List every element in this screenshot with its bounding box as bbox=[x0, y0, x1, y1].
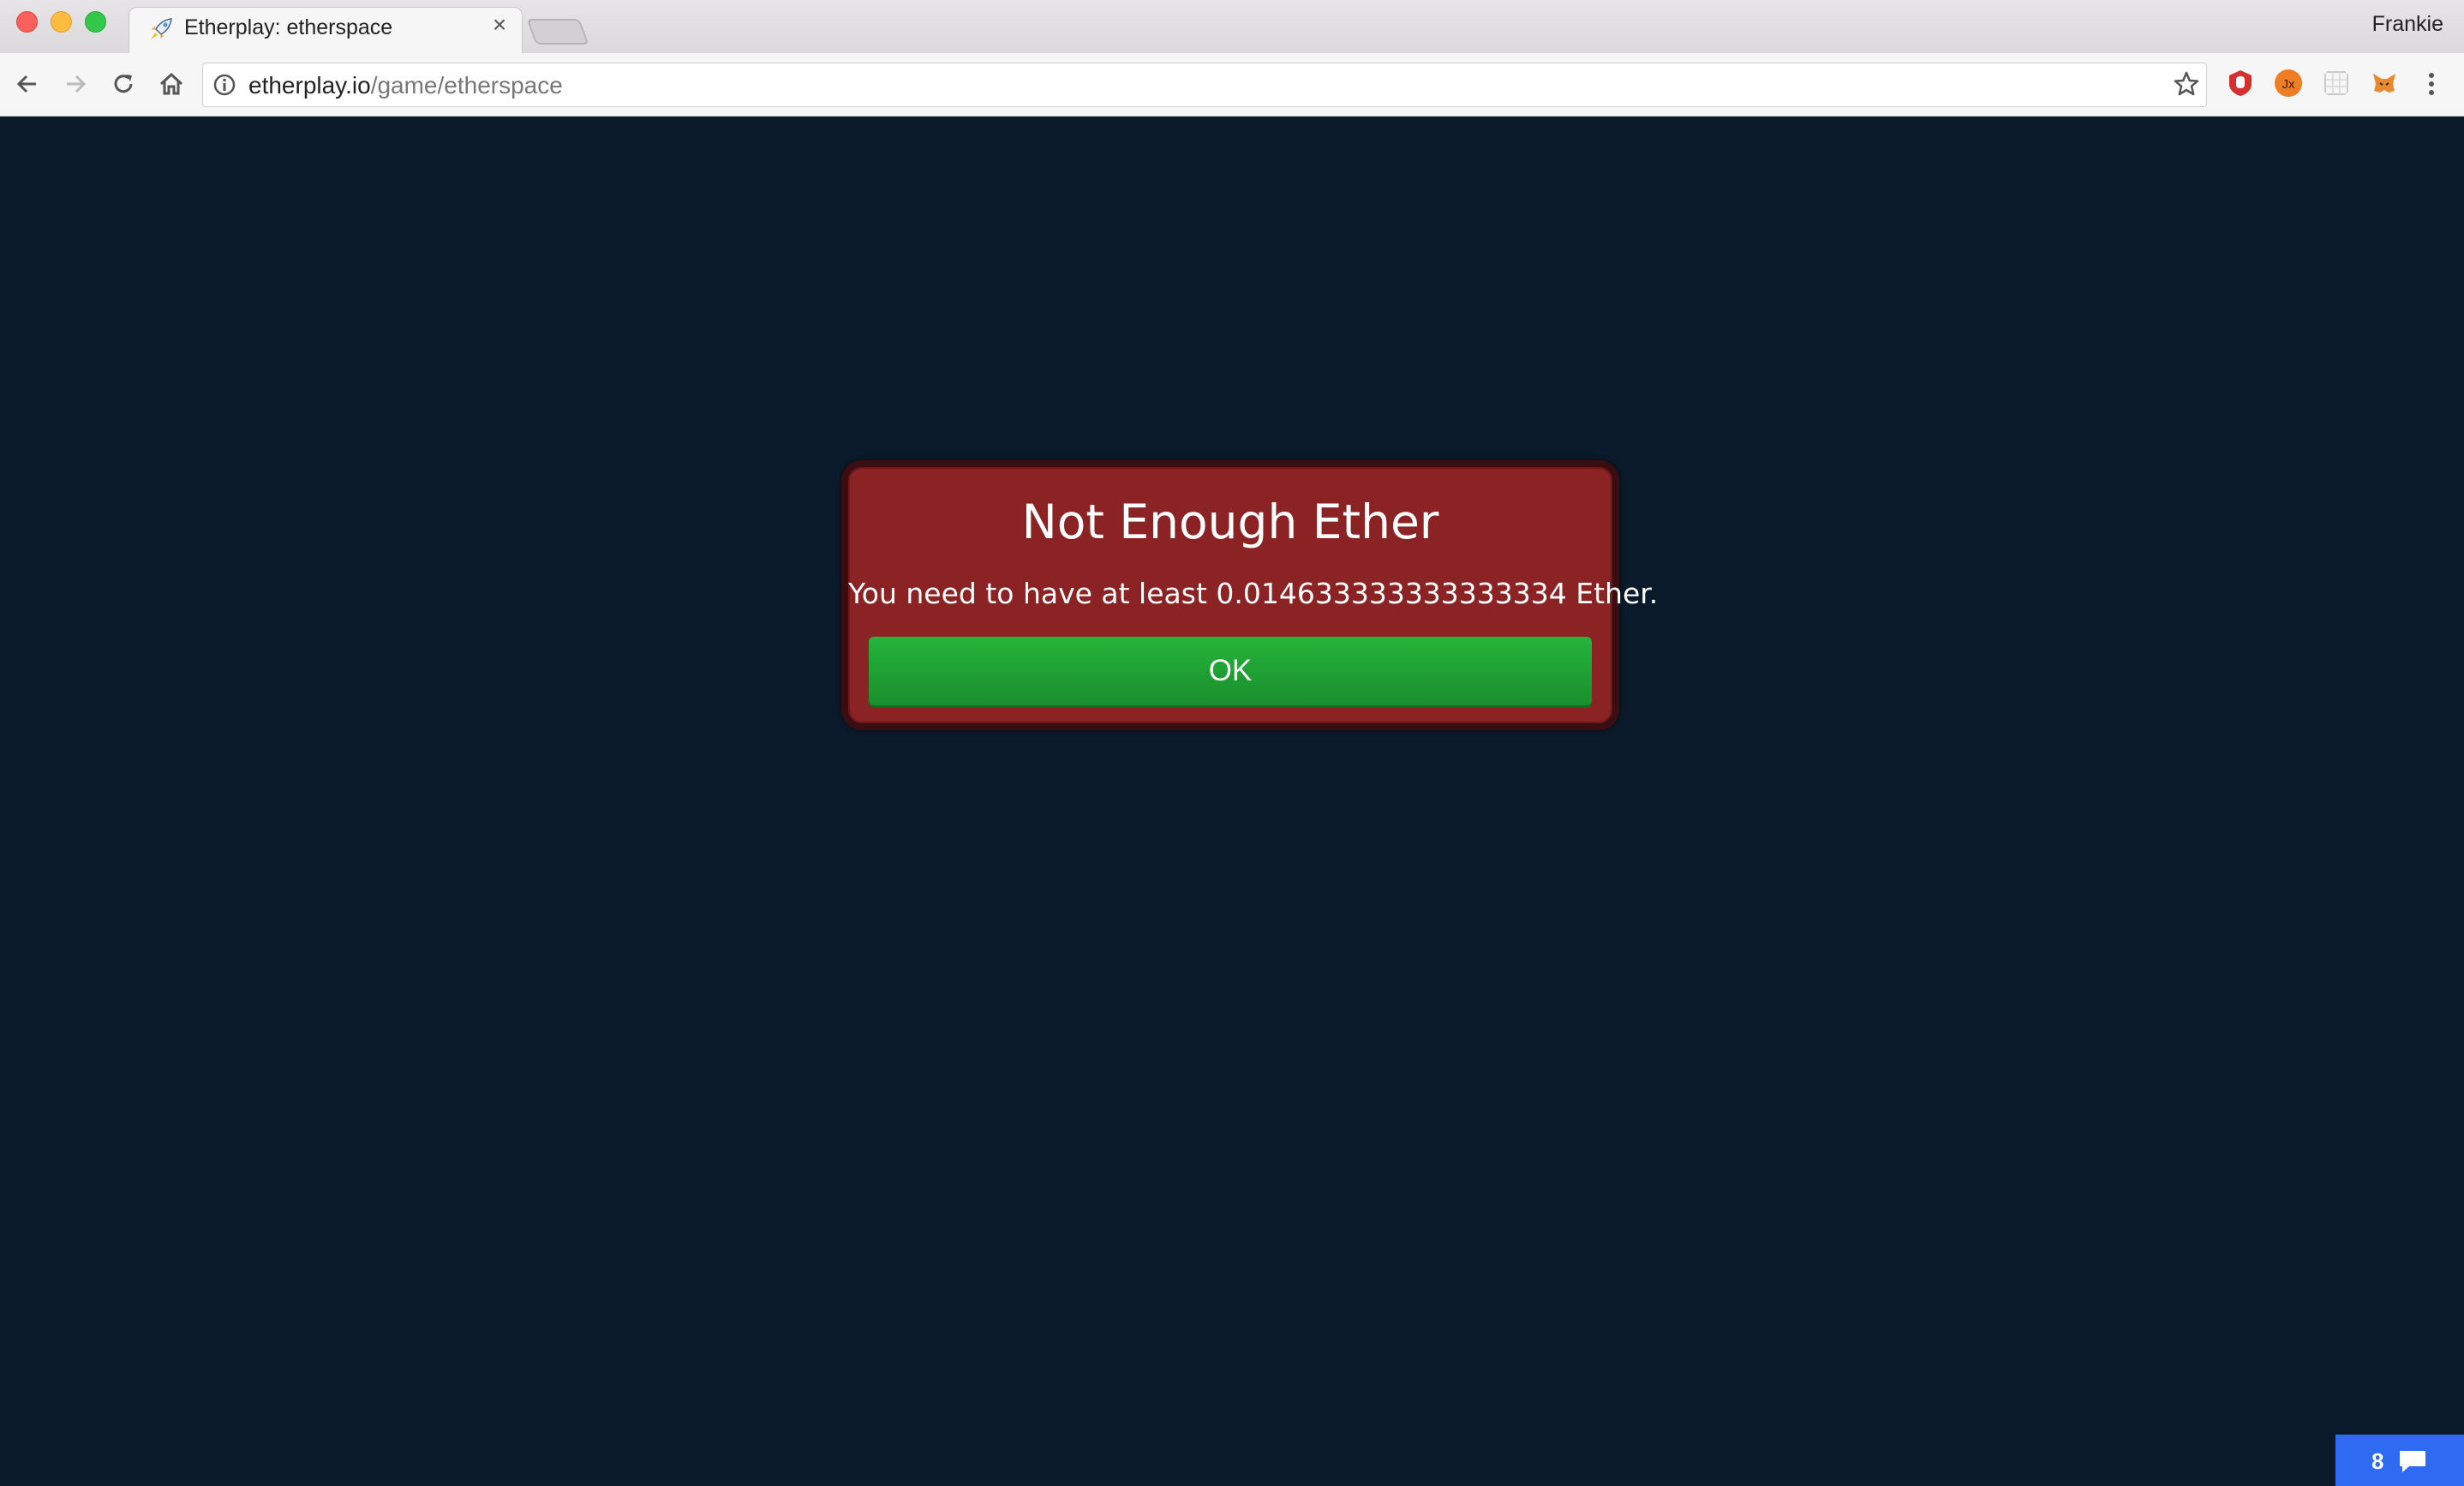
jx-extension-icon[interactable]: Jx bbox=[2274, 69, 2303, 98]
chat-widget-button[interactable]: 8 bbox=[2335, 1435, 2464, 1486]
star-icon[interactable] bbox=[2173, 70, 2200, 98]
home-icon[interactable] bbox=[156, 69, 187, 99]
url-host: etherplay.io bbox=[248, 72, 371, 99]
minimize-window-button[interactable] bbox=[51, 11, 72, 33]
menu-kebab-icon[interactable] bbox=[2421, 69, 2442, 99]
tab-title: Etherplay: etherspace bbox=[184, 15, 393, 39]
url-path: /game/etherspace bbox=[370, 72, 563, 99]
new-tab-button[interactable] bbox=[526, 19, 589, 45]
url-text[interactable]: etherplay.io/game/etherspace bbox=[248, 72, 563, 99]
back-icon[interactable] bbox=[12, 69, 43, 99]
info-icon[interactable] bbox=[212, 73, 236, 97]
chat-unread-count: 8 bbox=[2371, 1448, 2384, 1474]
chat-bubble-icon bbox=[2400, 1451, 2425, 1472]
rocket-icon bbox=[151, 18, 172, 39]
not-enough-ether-dialog: Not Enough Ether You need to have at lea… bbox=[841, 460, 1659, 730]
close-window-button[interactable] bbox=[16, 11, 38, 33]
ok-button[interactable]: OK bbox=[869, 637, 1592, 705]
reload-icon[interactable] bbox=[108, 69, 139, 99]
browser-titlebar: Etherplay: etherspace × Frankie bbox=[0, 0, 2464, 55]
dialog-message: You need to have at least 0.014633333333… bbox=[848, 577, 1659, 610]
svg-text:Jx: Jx bbox=[2282, 77, 2296, 92]
profile-name[interactable]: Frankie bbox=[2372, 12, 2443, 37]
tab-close-icon[interactable]: × bbox=[488, 13, 511, 37]
game-canvas[interactable] bbox=[0, 117, 2464, 1486]
ublock-icon[interactable] bbox=[2226, 69, 2255, 98]
forward-icon[interactable] bbox=[60, 69, 91, 99]
maximize-window-button[interactable] bbox=[85, 11, 106, 33]
metamask-fox-icon[interactable] bbox=[2370, 69, 2399, 98]
dialog-title: Not Enough Ether bbox=[1021, 494, 1439, 549]
grid-extension-icon[interactable] bbox=[2322, 69, 2351, 98]
